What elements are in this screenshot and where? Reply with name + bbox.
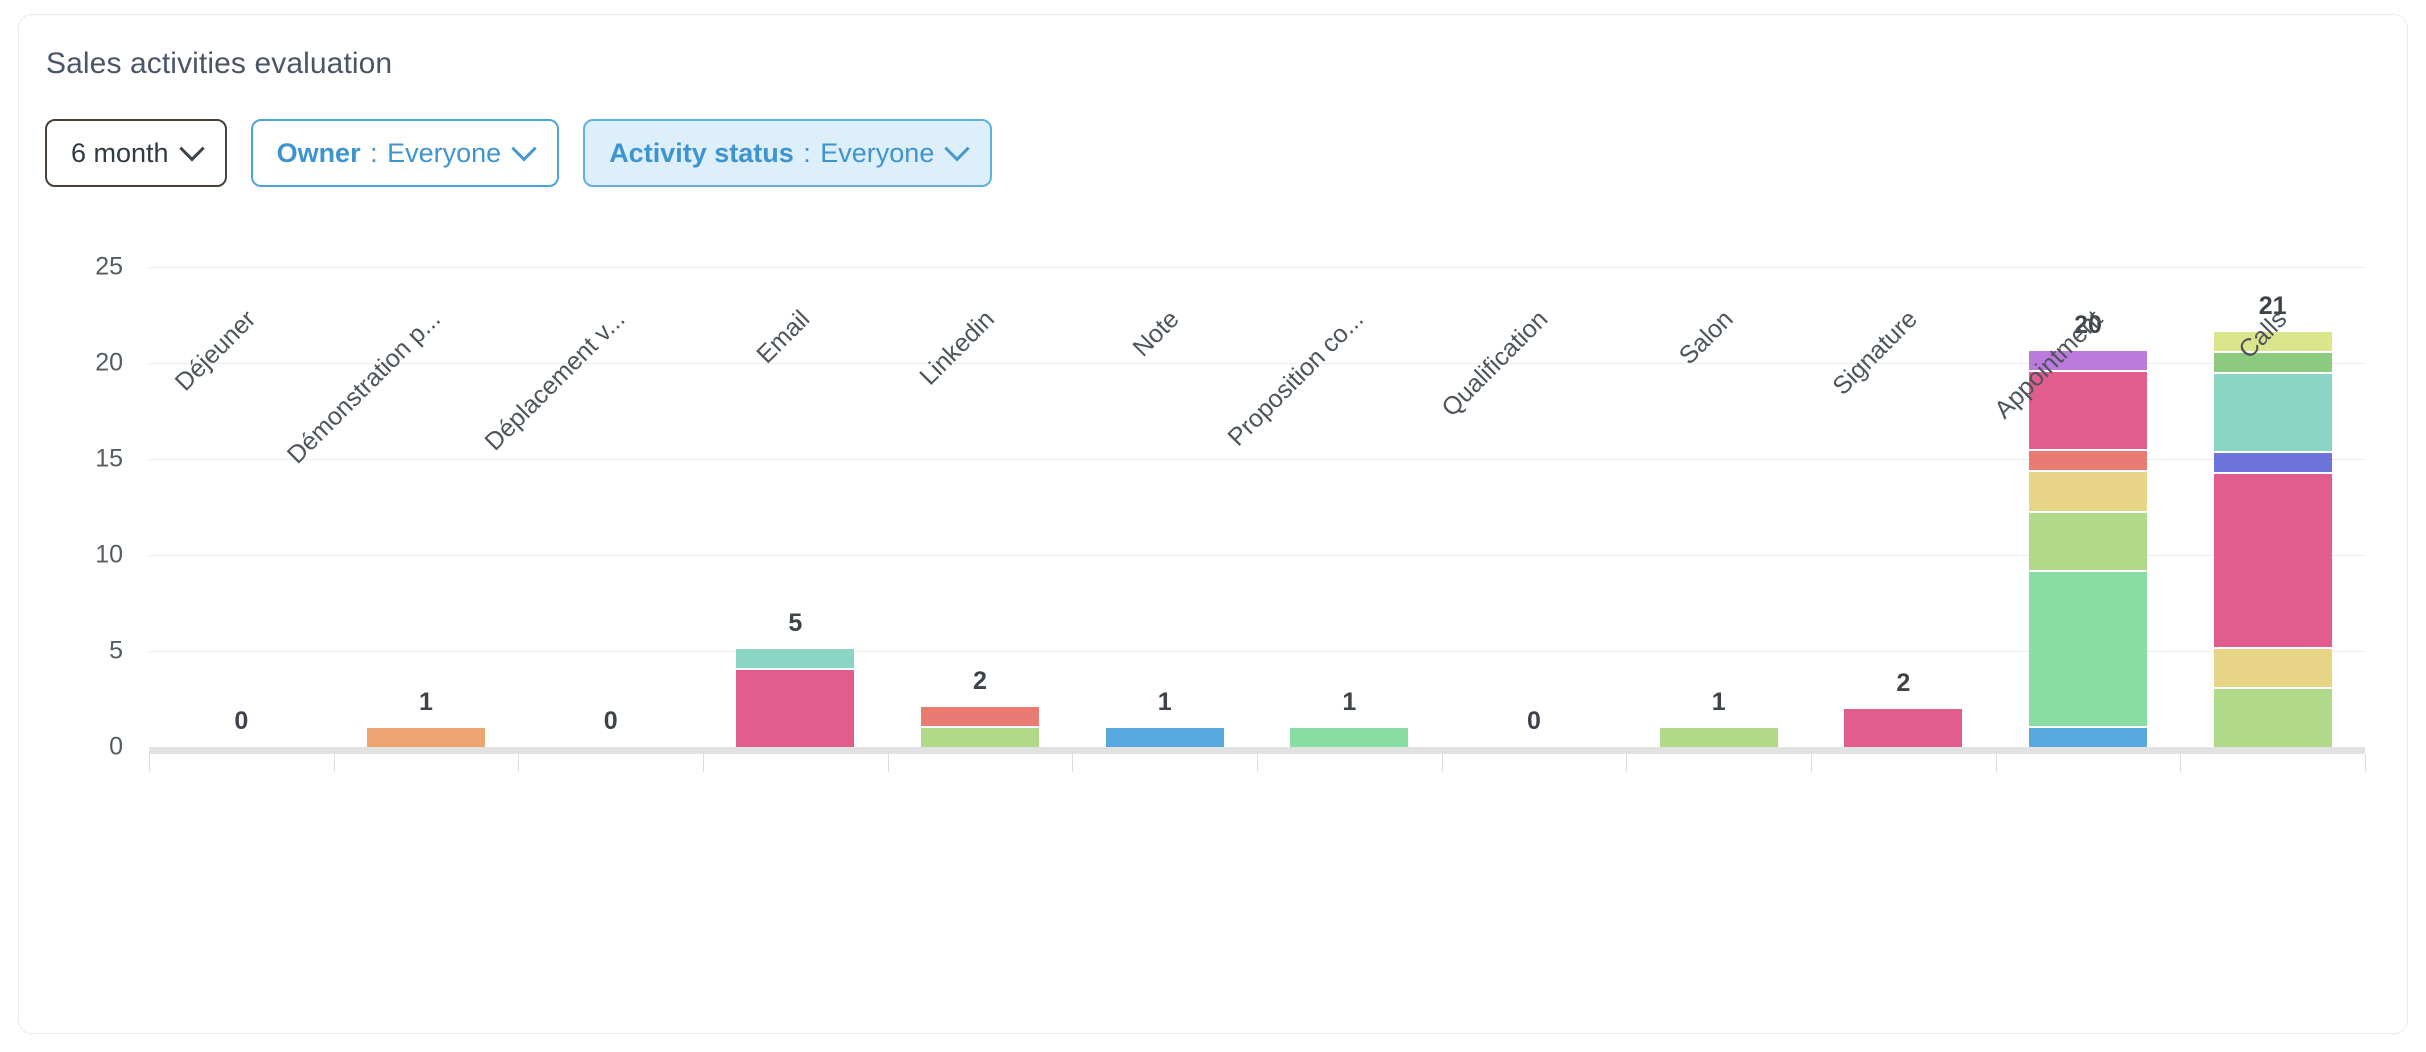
bar-segment[interactable]: [1844, 708, 1963, 747]
plot-region: 0 5 10 15 20 25 0 Déjeuner 1 Démonstration p... 0 D…: [95, 253, 2366, 772]
x-axis-tick: [149, 754, 150, 772]
bar-total-label: 2: [973, 666, 987, 695]
x-axis-tick: [703, 754, 704, 772]
bar-total-label: 1: [1711, 687, 1726, 716]
bar-total-label: 0: [603, 707, 618, 735]
bar-segment[interactable]: [2029, 472, 2147, 511]
y-axis-tick-label: 5: [109, 636, 123, 665]
bar-segment[interactable]: [2213, 374, 2332, 452]
bar-column[interactable]: 2: [1844, 669, 1963, 747]
bar-segment[interactable]: [921, 727, 1039, 747]
bar-column[interactable]: 5: [736, 609, 855, 747]
x-axis-label: Déjeuner: [169, 305, 262, 397]
x-axis-label: Email: [751, 305, 816, 370]
chevron-down-icon: [944, 136, 971, 162]
page-title: Sales activities evaluation: [46, 47, 393, 80]
bar-segment[interactable]: [2213, 453, 2332, 473]
y-axis-tick-label: 15: [95, 444, 123, 473]
x-axis-tick: [1995, 754, 1997, 772]
x-axis-label: Note: [1127, 305, 1185, 363]
chevron-down-icon: [511, 136, 537, 162]
sales-activities-card: Sales activities evaluation 6 month Owner…: [18, 14, 2408, 1034]
bar-segment[interactable]: [1105, 727, 1224, 747]
x-axis-label: Démonstration p...: [281, 305, 446, 470]
x-axis-line: [149, 747, 2365, 754]
activity-status-filter-separator: :: [795, 137, 819, 168]
x-axis-tick: [1257, 754, 1258, 772]
bar-segment[interactable]: [736, 670, 855, 747]
period-filter-label: 6 month: [71, 138, 169, 169]
bar-segment[interactable]: [2213, 649, 2332, 688]
bar-column[interactable]: 1: [367, 688, 485, 747]
bar-segment[interactable]: [2029, 572, 2147, 726]
bar-total-label: 1: [1342, 687, 1357, 716]
owner-filter-label: Owner : Everyone: [277, 138, 502, 169]
bar-segment[interactable]: [736, 649, 855, 669]
x-axis-label: Linkedin: [914, 305, 1000, 391]
bar-column[interactable]: 20: [2029, 311, 2147, 747]
x-axis-tick: [1441, 754, 1443, 772]
bar-segment[interactable]: [2213, 353, 2332, 373]
x-axis-label: Proposition co...: [1222, 305, 1370, 452]
period-filter[interactable]: 6 month: [45, 119, 227, 187]
bar-segment[interactable]: [2029, 727, 2147, 747]
bar-column[interactable]: 1: [1659, 688, 1778, 747]
bar-total-label: 1: [1157, 687, 1172, 716]
activity-status-filter-key: Activity status: [609, 137, 794, 168]
activity-status-filter[interactable]: Activity status : Everyone: [583, 119, 993, 187]
x-axis-tick: [2365, 754, 2366, 772]
y-axis-tick-label: 20: [95, 348, 123, 377]
bar-segment[interactable]: [921, 706, 1039, 726]
y-axis-tick-label: 25: [95, 252, 123, 281]
owner-filter-key: Owner: [276, 137, 361, 168]
bar-segment[interactable]: [2029, 512, 2147, 571]
chart-area: 0 5 10 15 20 25 0 Déjeuner 1 Démonstration p... 0 D…: [45, 227, 2375, 947]
bar-total-label: 1: [419, 687, 433, 716]
bar-total-label: 5: [788, 609, 803, 638]
x-axis-tick: [887, 754, 889, 772]
period-filter-value: 6 month: [71, 137, 169, 168]
y-axis-tick-label: 0: [109, 732, 123, 761]
bar-column[interactable]: 21: [2213, 292, 2332, 747]
bar-segment[interactable]: [2213, 474, 2332, 648]
bar-total-label: 0: [234, 707, 249, 735]
x-axis-label: Salon: [1673, 305, 1739, 371]
filter-bar: 6 month Owner : Everyone Activity status :…: [45, 119, 993, 187]
bar-segment[interactable]: [1659, 727, 1778, 747]
bar-column[interactable]: 1: [1290, 688, 1409, 747]
bar-total-label: 0: [1527, 707, 1541, 735]
y-axis-tick-label: 10: [95, 540, 123, 569]
bar-column[interactable]: 1: [1105, 688, 1224, 747]
page-root: Sales activities evaluation 6 month Owner…: [0, 0, 2426, 1052]
x-axis-tick: [1072, 754, 1074, 772]
bar-column[interactable]: 2: [921, 667, 1039, 747]
bar-segment[interactable]: [2029, 451, 2147, 471]
bar-total-label: 2: [1896, 668, 1911, 697]
x-axis-tick: [518, 754, 520, 772]
chevron-down-icon: [178, 136, 205, 162]
x-axis-tick: [1626, 754, 1628, 772]
x-axis-label: Déplacement v...: [479, 305, 631, 457]
gridline: [149, 267, 2365, 268]
x-axis-label: Signature: [1827, 305, 1924, 401]
owner-filter[interactable]: Owner : Everyone: [250, 119, 560, 187]
activity-status-filter-value: Everyone: [820, 137, 935, 168]
owner-filter-separator: :: [362, 137, 386, 168]
bar-segment[interactable]: [1290, 727, 1409, 747]
x-axis-tick: [333, 754, 335, 772]
bar-segment[interactable]: [367, 727, 485, 747]
bar-segment[interactable]: [2213, 689, 2332, 747]
x-axis-tick: [2180, 754, 2182, 772]
owner-filter-value: Everyone: [387, 137, 502, 168]
x-axis-tick: [1811, 754, 1812, 772]
activity-status-filter-label: Activity status : Everyone: [609, 138, 934, 169]
